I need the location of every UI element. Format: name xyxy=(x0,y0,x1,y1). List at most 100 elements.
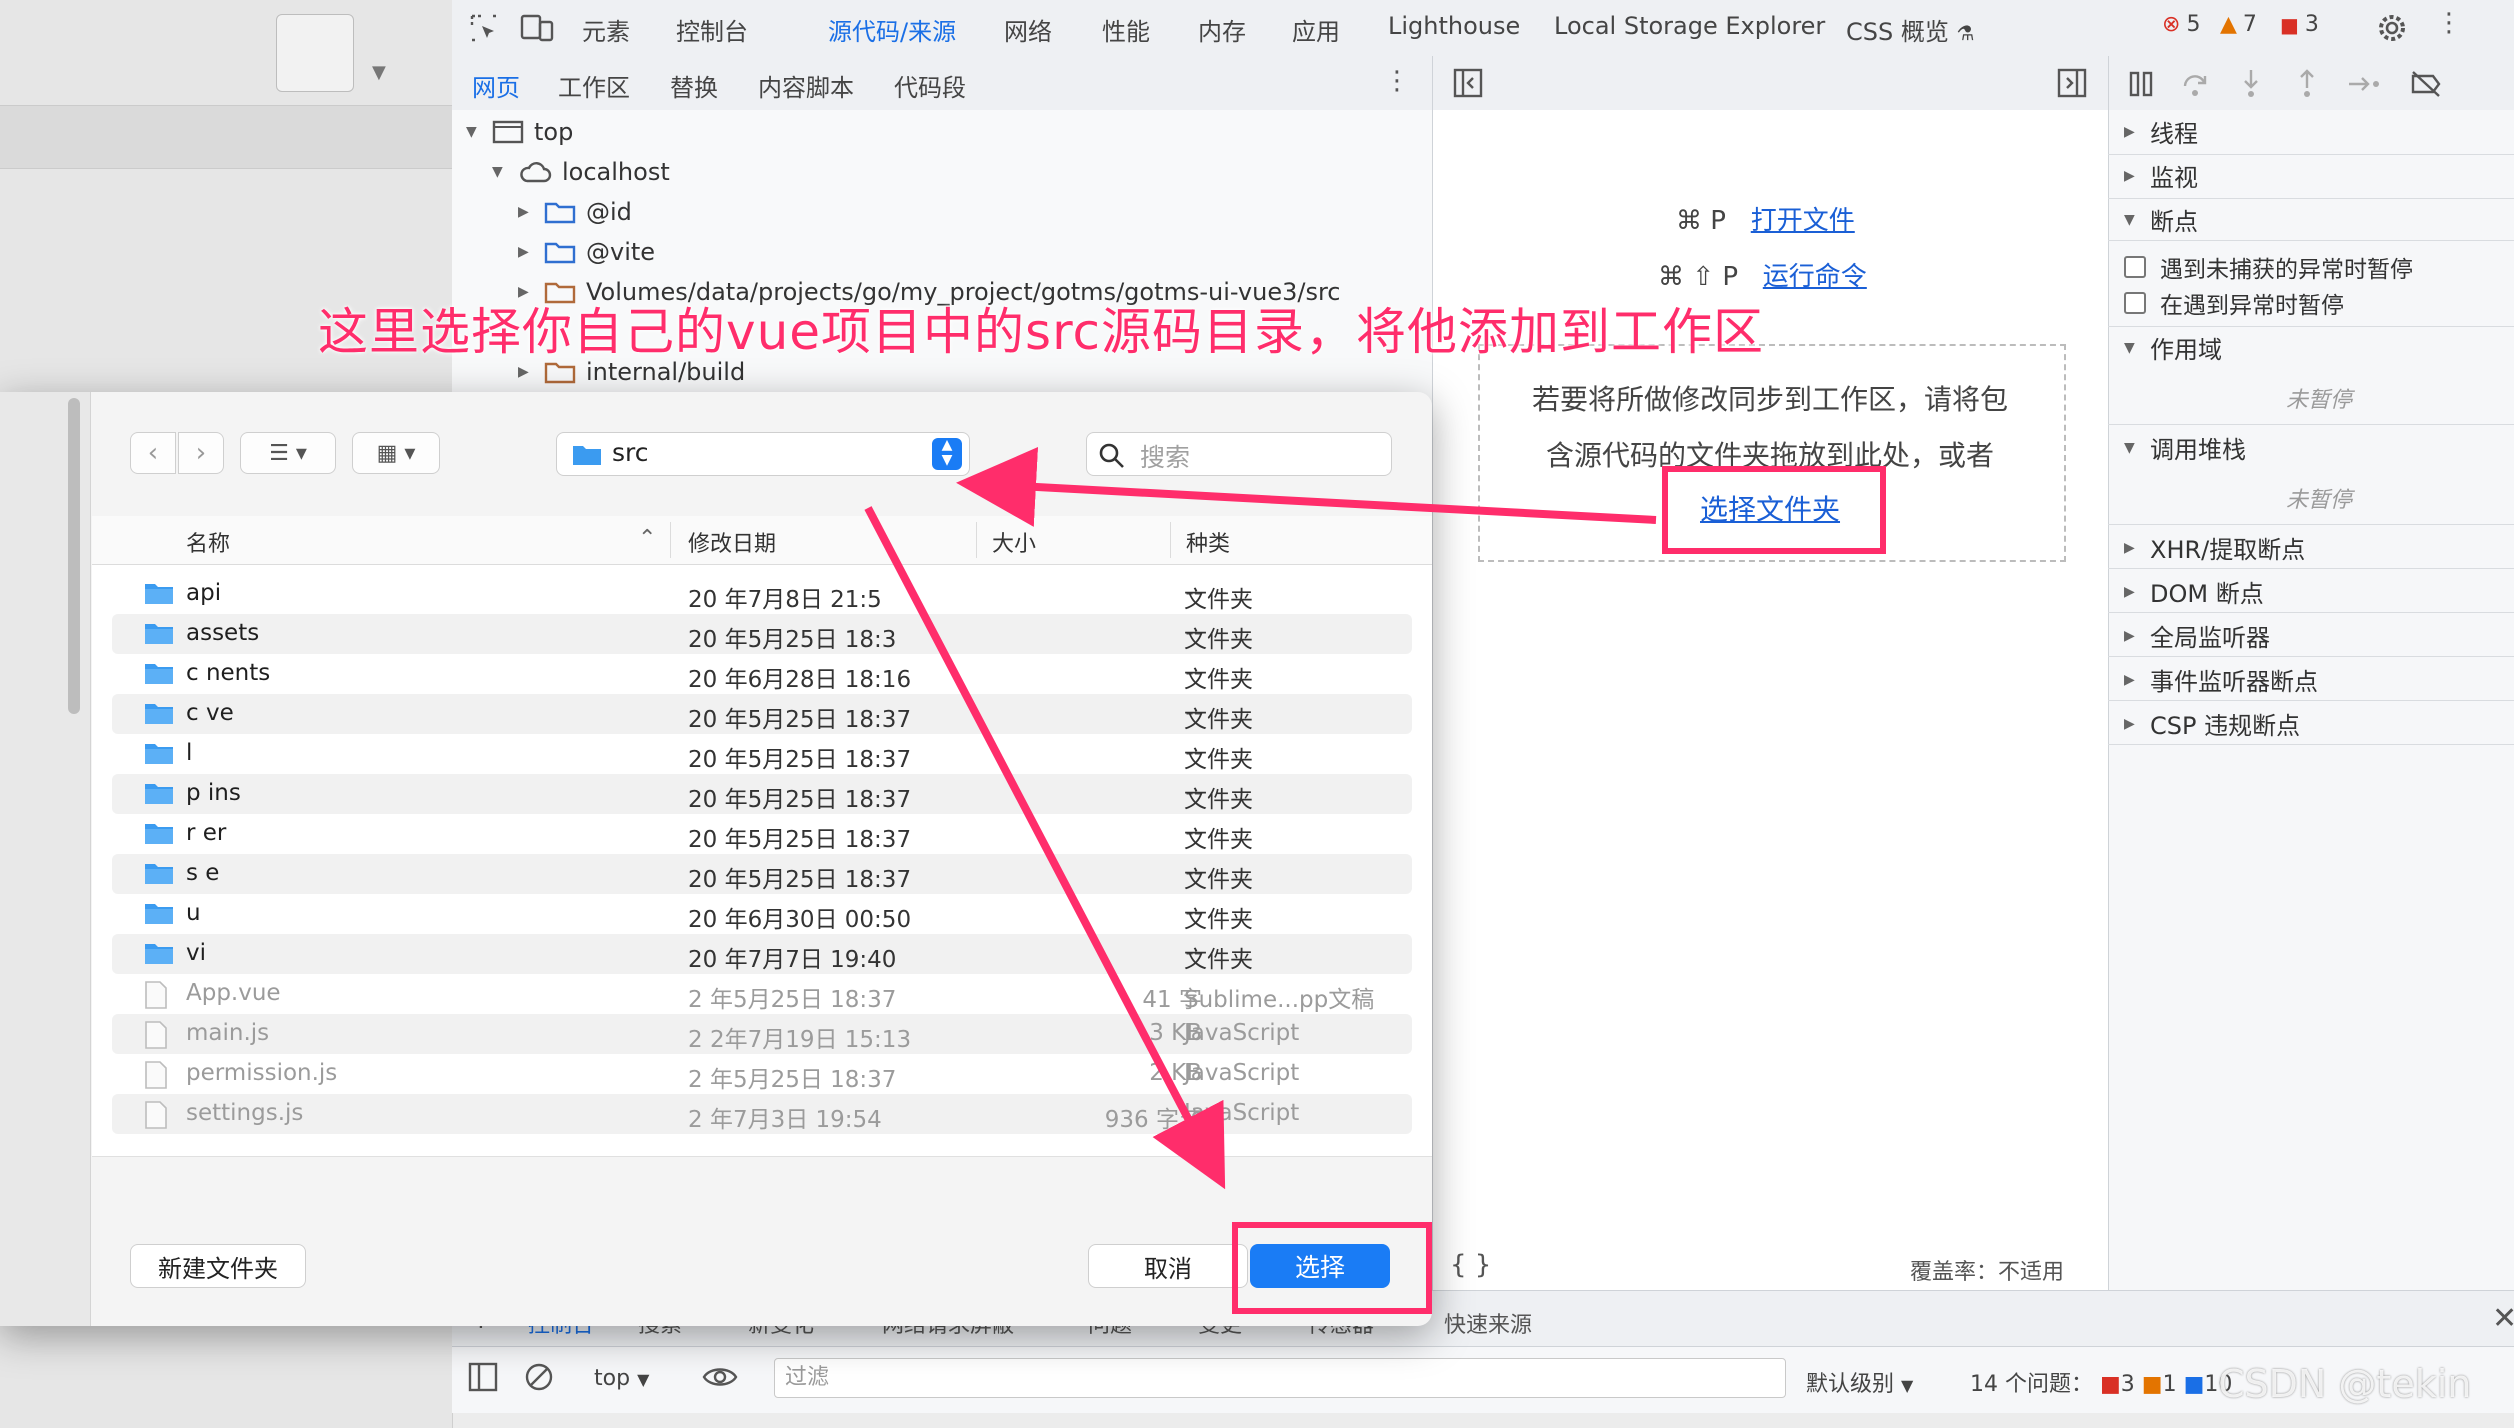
clear-console-icon[interactable] xyxy=(524,1362,554,1392)
pause-icon[interactable] xyxy=(2127,70,2155,98)
tab-local-storage-explorer[interactable]: Local Storage Explorer xyxy=(1554,12,1825,40)
forward-button[interactable]: › xyxy=(178,432,224,474)
subtab-page[interactable]: 网页 xyxy=(464,68,528,117)
log-level-select[interactable]: 默认级别 ▼ xyxy=(1806,1366,1913,1398)
section-breakpoints[interactable]: ▼ 断点 xyxy=(2124,202,2198,237)
drawer-tab-quick-source[interactable]: 快速来源 xyxy=(1444,1307,1532,1339)
table-row[interactable]: vi 20 年7月7日 19:40 -- 文件夹 xyxy=(112,934,1412,974)
search-input[interactable] xyxy=(1086,432,1392,476)
page-thumbnail[interactable] xyxy=(276,14,354,92)
table-row[interactable]: r er 20 年5月25日 18:37 -- 文件夹 xyxy=(112,814,1412,854)
table-row[interactable]: s e 20 年5月25日 18:37 -- 文件夹 xyxy=(112,854,1412,894)
pause-uncaught-checkbox[interactable]: 遇到未捕获的异常时暂停 xyxy=(2124,250,2413,284)
section-dom-breakpoints[interactable]: ▶ DOM 断点 xyxy=(2124,574,2264,609)
section-global-listeners[interactable]: ▶ 全局监听器 xyxy=(2124,618,2270,653)
section-threads[interactable]: ▶ 线程 xyxy=(2124,114,2198,149)
tab-elements[interactable]: 元素 xyxy=(582,12,630,47)
tab-lighthouse[interactable]: Lighthouse xyxy=(1388,12,1520,40)
tab-console[interactable]: 控制台 xyxy=(676,12,748,47)
section-xhr-breakpoints[interactable]: ▶ XHR/提取断点 xyxy=(2124,530,2305,565)
section-scope[interactable]: ▼ 作用域 xyxy=(2124,330,2222,365)
grid-view-button[interactable]: ▦ ▾ xyxy=(352,432,440,474)
stepper-icon[interactable]: ▲ ▼ xyxy=(932,438,962,470)
run-command-link[interactable]: 运行命令 xyxy=(1763,262,1867,292)
sidebar-scrollbar[interactable] xyxy=(68,398,80,714)
subtab-content-scripts[interactable]: 内容脚本 xyxy=(758,68,854,103)
file-name: c ve xyxy=(186,700,234,726)
close-icon[interactable]: ✕ xyxy=(2492,1301,2514,1336)
tree-item-at-vite[interactable]: ▶ @vite xyxy=(518,238,655,266)
tab-sources[interactable]: 源代码/来源 xyxy=(828,12,957,59)
issue-count[interactable]: ■ 3 xyxy=(2280,12,2319,37)
tree-item-at-id[interactable]: ▶ @id xyxy=(518,198,632,226)
device-toolbar-icon[interactable] xyxy=(520,12,554,44)
open-file-link[interactable]: 打开文件 xyxy=(1751,206,1855,236)
tab-css-overview[interactable]: CSS 概览 ⚗ xyxy=(1846,12,1974,47)
new-folder-button[interactable]: 新建文件夹 xyxy=(130,1244,306,1288)
column-size[interactable]: 大小 xyxy=(992,526,1036,558)
pretty-print-button[interactable]: { } xyxy=(1450,1250,1491,1280)
table-row[interactable]: c ve 20 年5月25日 18:37 -- 文件夹 xyxy=(112,694,1412,734)
tab-performance[interactable]: 性能 xyxy=(1102,12,1150,47)
deactivate-breakpoints-icon[interactable] xyxy=(2409,70,2443,98)
step-over-icon[interactable] xyxy=(2181,70,2209,98)
column-date[interactable]: 修改日期 xyxy=(688,526,776,558)
list-view-button[interactable]: ☰ ▾ xyxy=(240,432,336,474)
triangle-down-icon: ▼ xyxy=(466,124,477,140)
divider xyxy=(2108,700,2514,701)
pause-caught-checkbox[interactable]: 在遇到异常时暂停 xyxy=(2124,286,2344,320)
section-watch[interactable]: ▶ 监视 xyxy=(2124,158,2198,193)
issues-counter[interactable]: 14 个问题： ■3 ■1 ■10 xyxy=(1970,1366,2232,1398)
context-selector[interactable]: top ▼ xyxy=(594,1366,649,1391)
section-event-listener-breakpoints[interactable]: ▶ 事件监听器断点 xyxy=(2124,662,2318,697)
subtab-snippets[interactable]: 代码段 xyxy=(894,68,966,103)
divider xyxy=(2108,744,2514,745)
table-row[interactable]: u 20 年6月30日 00:50 -- 文件夹 xyxy=(112,894,1412,934)
log-level-label: 默认级别 xyxy=(1806,1372,1895,1397)
step-into-icon[interactable] xyxy=(2237,68,2265,98)
eye-icon[interactable] xyxy=(702,1364,738,1390)
column-kind[interactable]: 种类 xyxy=(1186,526,1230,558)
sort-ascending-icon[interactable]: ⌃ xyxy=(638,526,656,551)
tab-network[interactable]: 网络 xyxy=(1004,12,1052,47)
checkbox[interactable] xyxy=(2124,256,2146,278)
section-label: DOM 断点 xyxy=(2150,580,2264,608)
cancel-button[interactable]: 取消 xyxy=(1088,1244,1248,1288)
folder-icon xyxy=(544,200,576,224)
step-out-icon[interactable] xyxy=(2293,68,2321,98)
frame-icon xyxy=(492,120,524,144)
tree-item-top[interactable]: ▼ top xyxy=(466,118,573,146)
gear-icon[interactable] xyxy=(2376,12,2408,44)
section-call-stack[interactable]: ▼ 调用堆栈 xyxy=(2124,430,2246,465)
step-icon[interactable] xyxy=(2347,70,2381,98)
tab-css-overview-label: CSS 概览 xyxy=(1846,18,1949,46)
table-row[interactable]: assets 20 年5月25日 18:3 -- 文件夹 xyxy=(112,614,1412,654)
back-button[interactable]: ‹ xyxy=(130,432,176,474)
checkbox[interactable] xyxy=(2124,292,2146,314)
warning-count[interactable]: ▲ 7 xyxy=(2220,12,2257,37)
tab-application[interactable]: 应用 xyxy=(1292,12,1340,47)
console-filter-input[interactable]: 过滤 xyxy=(774,1358,1786,1398)
error-count[interactable]: ⊗ 5 xyxy=(2162,12,2200,37)
column-name[interactable]: 名称 xyxy=(186,526,230,558)
table-row[interactable]: api 20 年7月8日 21:5 -- 文件夹 xyxy=(112,574,1412,614)
toggle-debugger-icon[interactable] xyxy=(2057,68,2087,98)
table-row[interactable]: p ins 20 年5月25日 18:37 -- 文件夹 xyxy=(112,774,1412,814)
page-band xyxy=(0,105,452,169)
table-row[interactable]: c nents 20 年6月28日 18:16 -- 文件夹 xyxy=(112,654,1412,694)
inspect-element-icon[interactable] xyxy=(468,12,500,44)
subtab-overrides[interactable]: 替换 xyxy=(670,68,718,103)
tab-memory[interactable]: 内存 xyxy=(1198,12,1246,47)
sidebar-toggle-icon[interactable] xyxy=(468,1362,498,1392)
tree-item-localhost[interactable]: ▼ localhost xyxy=(492,158,670,186)
checkbox-label: 遇到未捕获的异常时暂停 xyxy=(2160,257,2413,283)
more-options-icon[interactable]: ⋮ xyxy=(1384,66,1410,96)
table-row[interactable]: l 20 年5月25日 18:37 -- 文件夹 xyxy=(112,734,1412,774)
subtab-workspace[interactable]: 工作区 xyxy=(558,68,630,103)
more-options-icon[interactable]: ⋮ xyxy=(2436,8,2462,38)
chevron-down-icon[interactable]: ▼ xyxy=(372,62,386,83)
section-csp-breakpoints[interactable]: ▶ CSP 违规断点 xyxy=(2124,706,2300,741)
file-name: s e xyxy=(186,860,220,886)
folder-icon xyxy=(144,741,174,765)
toggle-navigator-icon[interactable] xyxy=(1453,68,1483,98)
